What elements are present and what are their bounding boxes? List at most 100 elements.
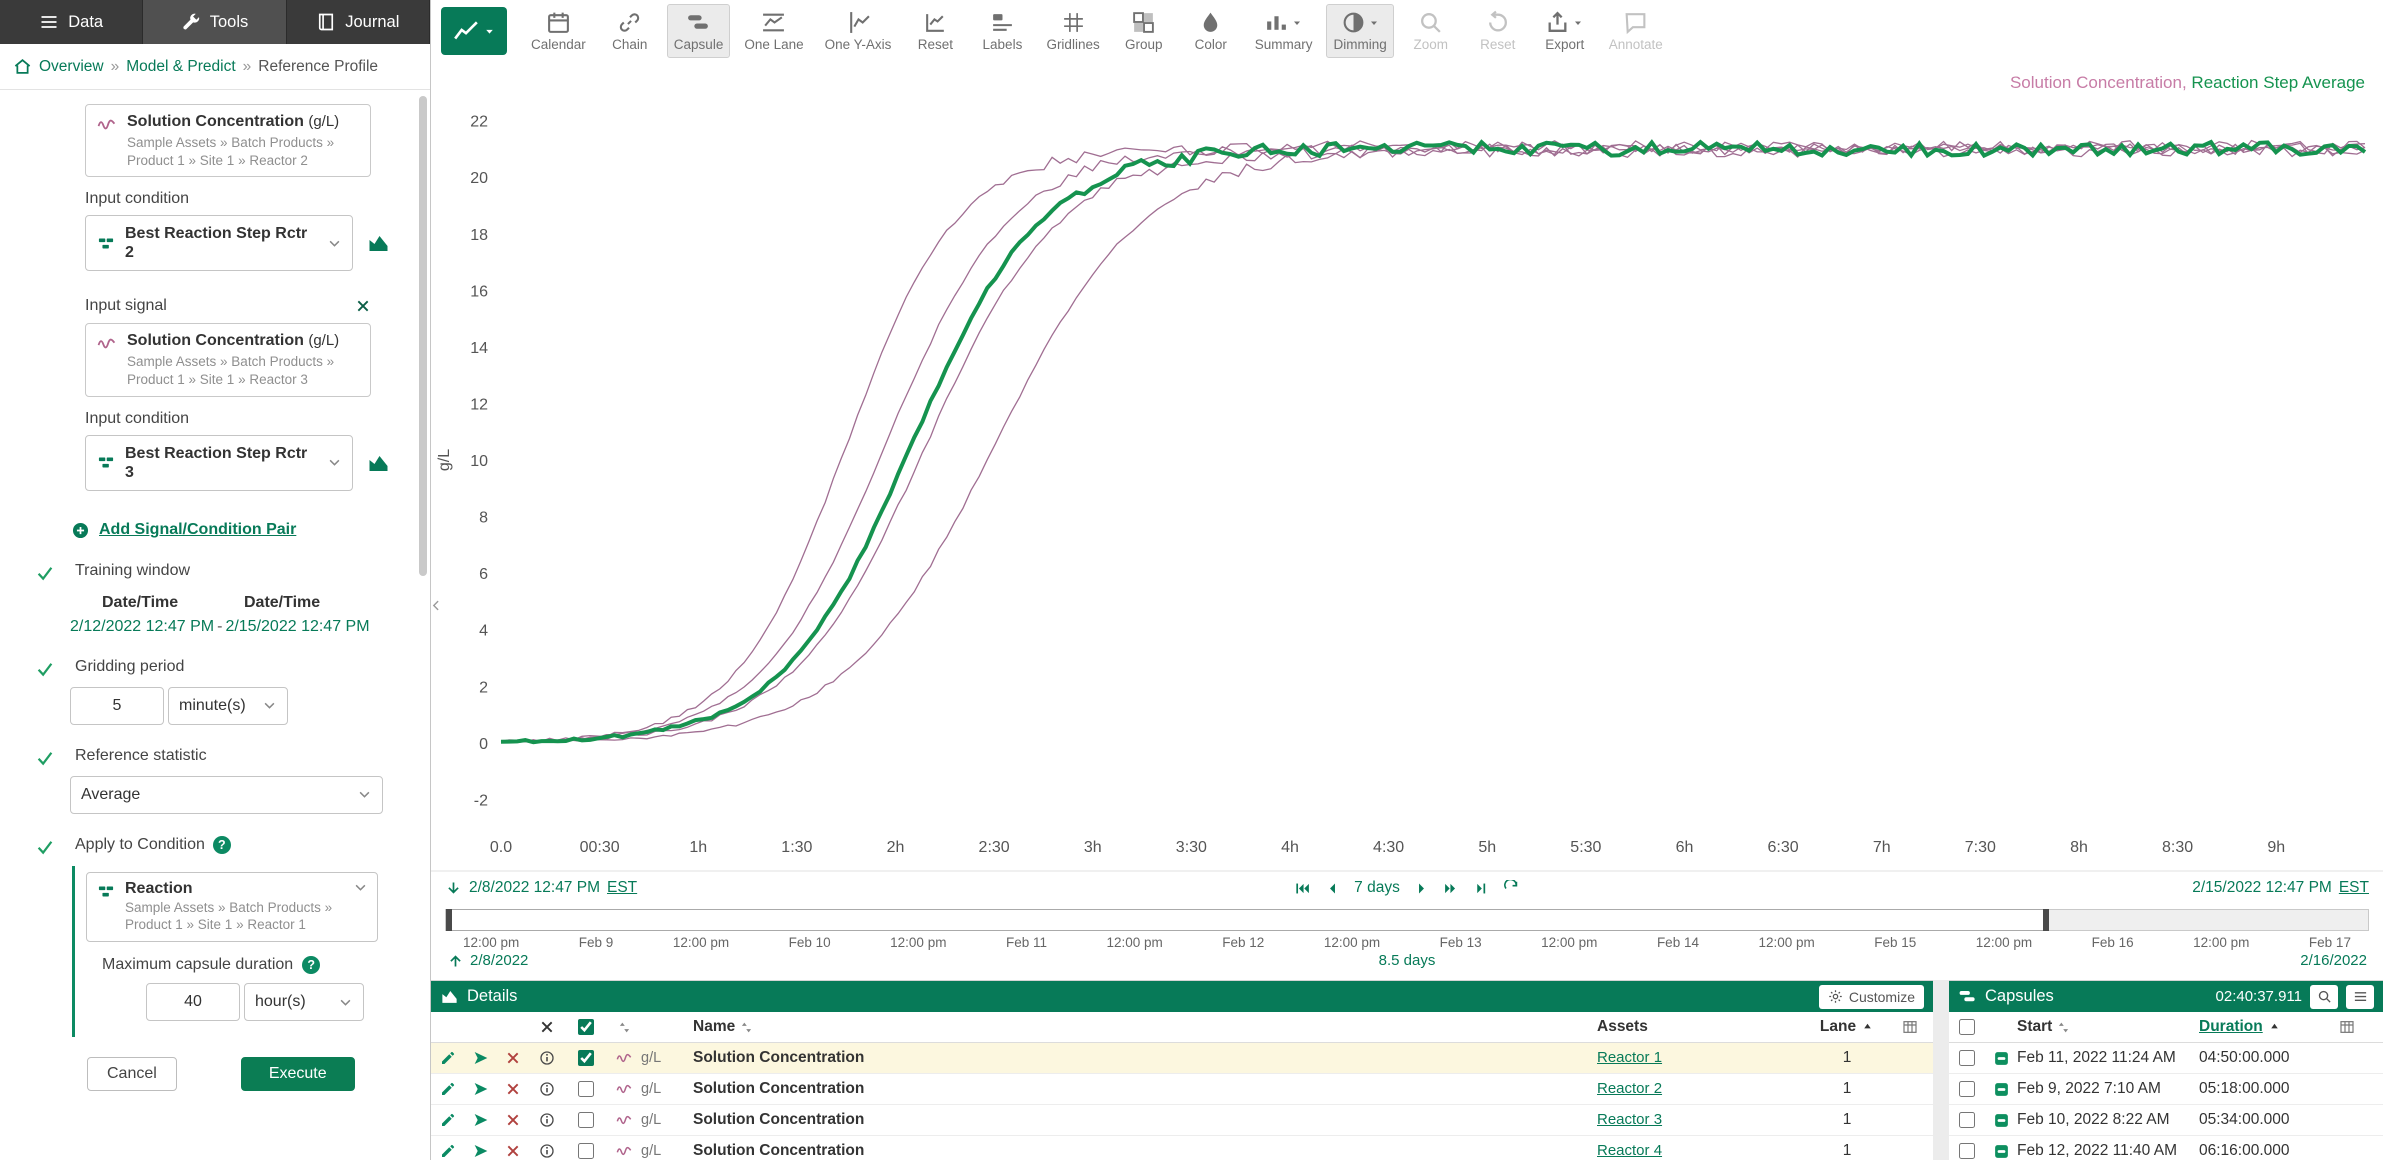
timezone-link[interactable]: EST <box>607 879 637 897</box>
training-start[interactable]: 2/12/2022 12:47 PM <box>70 618 214 635</box>
assets-column-header[interactable]: Assets <box>1597 1018 1648 1036</box>
capsule-checkbox[interactable] <box>1959 1050 1975 1066</box>
info-icon[interactable] <box>539 1112 555 1128</box>
selection-left-handle[interactable] <box>446 909 452 931</box>
tab-journal[interactable]: Journal <box>287 0 430 44</box>
duration-column-header[interactable]: Duration <box>2199 1018 2263 1036</box>
capsule-row[interactable]: Feb 11, 2022 11:24 AM04:50:00.000 <box>1949 1043 2383 1074</box>
input-condition-select[interactable]: Best Reaction Step Rctr 2 <box>85 215 353 271</box>
input-signal-card[interactable]: Solution Concentration (g/L) Sample Asse… <box>85 323 371 396</box>
select-all-capsules-checkbox[interactable] <box>1959 1019 1975 1035</box>
toolbar-button-group[interactable]: Group <box>1114 4 1174 58</box>
max-duration-unit-select[interactable]: hour(s) <box>244 983 364 1021</box>
asset-link[interactable]: Reactor 4 <box>1597 1142 1662 1159</box>
view-selector-button[interactable] <box>441 7 507 55</box>
toolbar-button-dimming[interactable]: Dimming <box>1326 4 1393 58</box>
timebar-selection[interactable] <box>446 909 2049 931</box>
step-forward-icon[interactable] <box>1413 880 1430 897</box>
row-checkbox[interactable] <box>578 1143 594 1159</box>
sidebar-collapse-button[interactable] <box>429 588 443 622</box>
toolbar-button-labels[interactable]: Labels <box>972 4 1032 58</box>
sort-icon[interactable] <box>2057 1021 2070 1034</box>
columns-icon[interactable] <box>1902 1019 1918 1035</box>
toolbar-button-capsule[interactable]: Capsule <box>667 4 731 58</box>
columns-icon[interactable] <box>2339 1019 2355 1035</box>
row-checkbox[interactable] <box>578 1050 594 1066</box>
start-column-header[interactable]: Start <box>2017 1018 2052 1036</box>
signal-name[interactable]: Solution Concentration <box>693 1049 1597 1067</box>
selection-right-handle[interactable] <box>2043 909 2049 931</box>
capsule-row[interactable]: Feb 10, 2022 8:22 AM05:34:00.000 <box>1949 1105 2383 1136</box>
sort-icon[interactable] <box>618 1021 631 1034</box>
tab-data[interactable]: Data <box>0 0 143 44</box>
toolbar-button-one-lane[interactable]: One Lane <box>737 4 810 58</box>
toolbar-button-summary[interactable]: Summary <box>1248 4 1320 58</box>
capsule-checkbox[interactable] <box>1959 1112 1975 1128</box>
capsules-menu-button[interactable] <box>2346 985 2374 1009</box>
toolbar-button-reset-axes[interactable]: Reset <box>905 4 965 58</box>
breadcrumb-model-predict[interactable]: Model & Predict <box>126 58 235 76</box>
toolbar-button-color[interactable]: Color <box>1181 4 1241 58</box>
timezone-link[interactable]: EST <box>2339 879 2369 897</box>
reference-statistic-select[interactable]: Average <box>70 776 383 814</box>
capsules-search-button[interactable] <box>2310 985 2338 1009</box>
view-condition-button[interactable] <box>365 451 392 475</box>
apply-condition-select[interactable]: Reaction Sample Assets » Batch Products … <box>86 872 378 942</box>
trend-chart-svg[interactable]: 2220181614121086420-2g/L0.000:301h1:302h… <box>431 62 2383 872</box>
fast-forward-icon[interactable] <box>1443 880 1460 897</box>
info-icon[interactable] <box>539 1050 555 1066</box>
gridding-value-input[interactable] <box>70 687 164 725</box>
trend-chart[interactable]: 2220181614121086420-2g/L0.000:301h1:302h… <box>431 62 2383 872</box>
view-condition-button[interactable] <box>365 231 392 255</box>
help-icon[interactable]: ? <box>213 836 231 854</box>
remove-all-icon[interactable] <box>539 1019 555 1035</box>
skip-to-start-icon[interactable] <box>1294 880 1311 897</box>
capsule-checkbox[interactable] <box>1959 1143 1975 1159</box>
edit-icon[interactable] <box>440 1050 456 1066</box>
home-icon[interactable] <box>13 57 32 76</box>
asset-link[interactable]: Reactor 1 <box>1597 1049 1662 1066</box>
remove-icon[interactable] <box>505 1143 521 1159</box>
details-row[interactable]: g/LSolution ConcentrationReactor 41 <box>431 1136 1933 1160</box>
signal-name[interactable]: Solution Concentration <box>693 1111 1597 1129</box>
pin-icon[interactable] <box>473 1081 489 1097</box>
sidebar-scrollbar[interactable] <box>419 96 427 576</box>
skip-to-end-icon[interactable] <box>1473 880 1490 897</box>
asset-link[interactable]: Reactor 3 <box>1597 1111 1662 1128</box>
pin-icon[interactable] <box>473 1143 489 1159</box>
input-condition-select[interactable]: Best Reaction Step Rctr 3 <box>85 435 353 491</box>
timebar-track[interactable] <box>445 909 2369 931</box>
max-duration-input[interactable] <box>146 983 240 1021</box>
training-window-range[interactable]: 2/12/2022 12:47 PM-2/15/2022 12:47 PM <box>70 618 410 636</box>
toolbar-button-calendar[interactable]: Calendar <box>524 4 593 58</box>
details-row[interactable]: g/LSolution ConcentrationReactor 21 <box>431 1074 1933 1105</box>
capsule-checkbox[interactable] <box>1959 1081 1975 1097</box>
customize-button[interactable]: Customize <box>1819 985 1924 1009</box>
details-row[interactable]: g/LSolution ConcentrationReactor 31 <box>431 1105 1933 1136</box>
step-size-label[interactable]: 7 days <box>1354 879 1400 897</box>
toolbar-button-one-y-axis[interactable]: One Y-Axis <box>818 4 899 58</box>
cancel-button[interactable]: Cancel <box>87 1057 177 1091</box>
tab-tools[interactable]: Tools <box>143 0 286 44</box>
asset-link[interactable]: Reactor 2 <box>1597 1080 1662 1097</box>
row-checkbox[interactable] <box>578 1081 594 1097</box>
toolbar-button-chain[interactable]: Chain <box>600 4 660 58</box>
name-column-header[interactable]: Name <box>693 1018 735 1036</box>
arrow-down-icon[interactable] <box>445 880 462 897</box>
execute-button[interactable]: Execute <box>241 1057 355 1091</box>
edit-icon[interactable] <box>440 1081 456 1097</box>
lane-column-header[interactable]: Lane <box>1820 1018 1856 1036</box>
info-icon[interactable] <box>539 1081 555 1097</box>
remove-icon[interactable] <box>505 1050 521 1066</box>
edit-icon[interactable] <box>440 1112 456 1128</box>
edit-icon[interactable] <box>440 1143 456 1159</box>
row-checkbox[interactable] <box>578 1112 594 1128</box>
info-icon[interactable] <box>539 1143 555 1159</box>
help-icon[interactable]: ? <box>302 956 320 974</box>
input-signal-card[interactable]: Solution Concentration (g/L) Sample Asse… <box>85 104 371 177</box>
capsule-row[interactable]: Feb 9, 2022 7:10 AM05:18:00.000 <box>1949 1074 2383 1105</box>
sort-icon[interactable] <box>740 1021 753 1034</box>
select-all-checkbox[interactable] <box>578 1019 594 1035</box>
step-back-icon[interactable] <box>1324 880 1341 897</box>
capsule-row[interactable]: Feb 12, 2022 11:40 AM06:16:00.000 <box>1949 1136 2383 1160</box>
